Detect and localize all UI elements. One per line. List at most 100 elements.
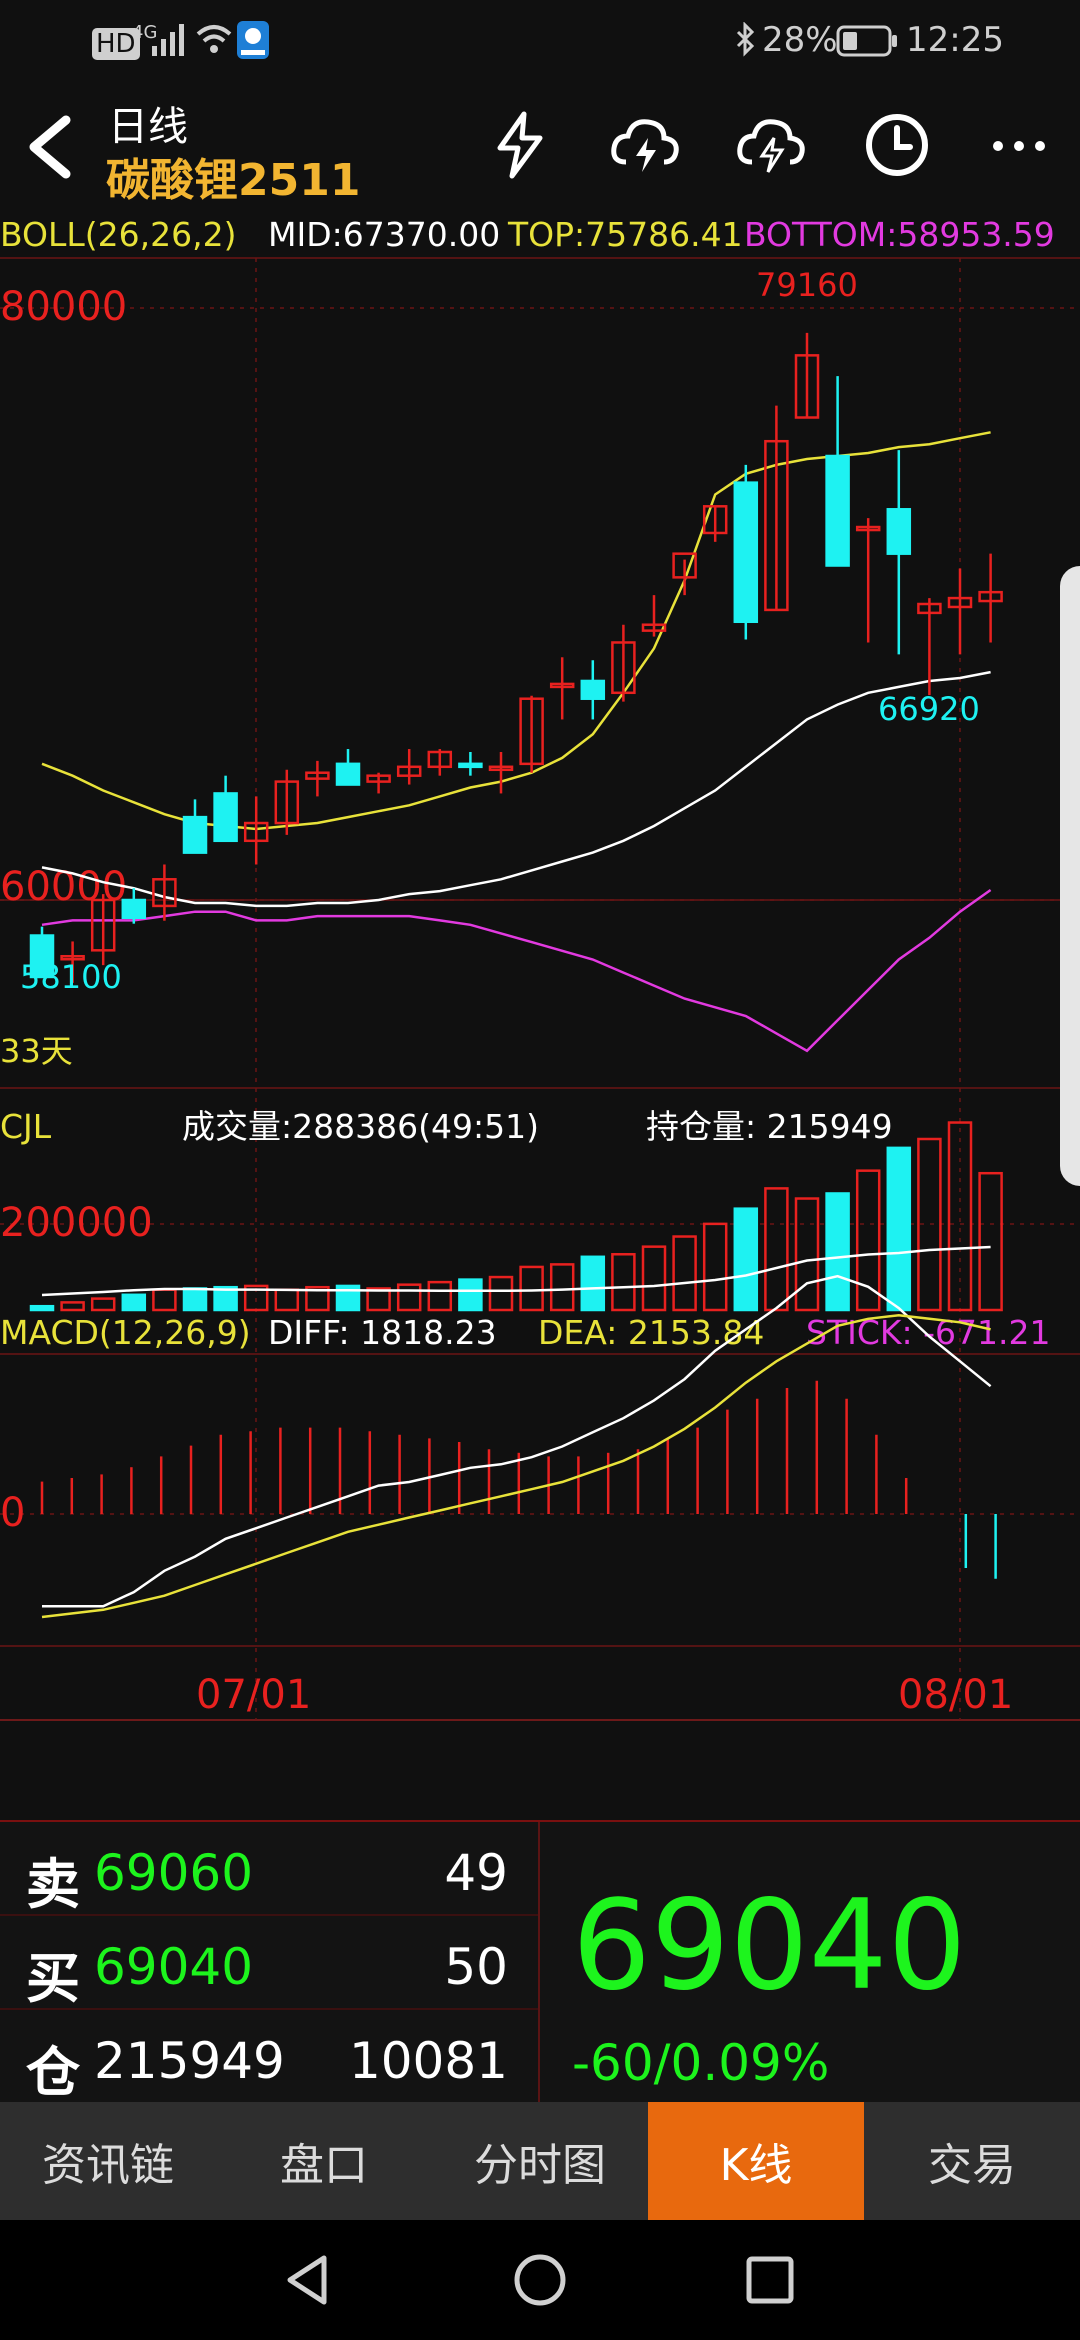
signal-icon xyxy=(152,24,184,56)
volume-bar xyxy=(702,1222,728,1312)
macd-dea-line xyxy=(41,1313,991,1619)
candle xyxy=(519,695,544,773)
buy-volume: 50 xyxy=(444,1938,508,1996)
cjl-open-interest: 持仓量: 215949 xyxy=(646,1107,893,1146)
volume-bar xyxy=(519,1265,544,1312)
candle xyxy=(549,657,575,720)
candle xyxy=(978,553,1003,643)
candle-body xyxy=(335,762,361,786)
boll-top: TOP:75786.41 xyxy=(507,215,743,254)
volume-bar xyxy=(978,1171,1003,1312)
last-price: 69040 xyxy=(572,1874,967,2018)
buy-row[interactable]: 买 69040 50 xyxy=(0,1916,538,2010)
price-level-upper: 80000 xyxy=(0,284,127,330)
candle xyxy=(335,749,361,786)
candle xyxy=(611,624,636,702)
volume-bar xyxy=(90,1297,116,1312)
volume-bar xyxy=(764,1187,789,1312)
volume-bar xyxy=(121,1293,147,1312)
date-label-start: 07/01 xyxy=(196,1672,311,1718)
tab-news-chain[interactable]: 资讯链 xyxy=(0,2102,216,2220)
candle-body xyxy=(886,508,912,555)
low-annotation: 58100 xyxy=(20,958,122,996)
candle xyxy=(641,595,667,637)
clock-icon[interactable] xyxy=(862,110,932,180)
candle xyxy=(427,749,453,776)
header: 日线 碳酸锂2511 xyxy=(0,88,1080,206)
side-drawer-handle[interactable] xyxy=(1060,566,1080,1186)
date-label-end: 08/01 xyxy=(898,1672,1013,1718)
tab-intraday[interactable]: 分时图 xyxy=(432,2102,648,2220)
candle xyxy=(794,332,820,419)
candle xyxy=(886,450,912,655)
candle-body xyxy=(458,762,483,769)
symbol-title: 碳酸锂2511 xyxy=(106,155,361,206)
volume-bar xyxy=(274,1288,300,1312)
buy-label: 买 xyxy=(26,1946,80,2010)
sell-row[interactable]: 卖 69060 49 xyxy=(0,1822,538,1916)
cjl-volume: 成交量:288386(49:51) xyxy=(182,1107,539,1146)
volume-bar xyxy=(488,1275,514,1312)
candle xyxy=(305,760,330,797)
position-row[interactable]: 仓 215949 10081 xyxy=(0,2010,538,2104)
candle xyxy=(182,799,208,854)
volume-bar xyxy=(611,1253,636,1312)
days-label: 33天 xyxy=(0,1032,73,1070)
volume-bar xyxy=(427,1280,453,1312)
battery-icon xyxy=(836,25,897,57)
more-icon[interactable] xyxy=(984,110,1054,180)
volume-bar xyxy=(825,1192,850,1312)
back-arrow-icon[interactable] xyxy=(20,114,80,180)
volume-bar xyxy=(855,1169,881,1312)
cjl-name: CJL xyxy=(0,1107,52,1146)
status-bar: HD 4G 28% 12:25 xyxy=(0,0,1080,88)
tab-trade[interactable]: 交易 xyxy=(864,2102,1080,2220)
volume-bar xyxy=(152,1288,177,1312)
volume-bar xyxy=(396,1283,422,1312)
position-change: 10081 xyxy=(348,2032,508,2090)
volume-level: 200000 xyxy=(0,1200,153,1246)
nav-recents-icon[interactable] xyxy=(734,2244,806,2316)
system-nav-bar xyxy=(0,2220,1080,2340)
nav-home-icon[interactable] xyxy=(504,2244,576,2316)
quote-panel: 卖 69060 49 买 69040 50 仓 215949 10081 690… xyxy=(0,1820,1080,2104)
volume-bar xyxy=(60,1301,85,1312)
candles xyxy=(29,332,1003,983)
candle xyxy=(947,568,973,655)
candle xyxy=(702,505,728,542)
boll-bottom: BOTTOM:58953.59 xyxy=(744,215,1055,254)
candle-body xyxy=(580,679,606,700)
volume-bar xyxy=(672,1235,697,1312)
candle-body xyxy=(182,815,208,854)
macd-zero: 0 xyxy=(0,1490,25,1536)
bottom-tabs: 资讯链 盘口 分时图 K线 交易 xyxy=(0,2102,1080,2220)
price-change: -60/0.09% xyxy=(572,2034,830,2092)
sell-price: 69060 xyxy=(94,1844,254,1902)
boll-band-line xyxy=(41,670,991,908)
tab-kline[interactable]: K线 xyxy=(648,2102,864,2220)
candle-body xyxy=(825,454,850,567)
candle-body xyxy=(213,792,238,843)
lightning-icon[interactable] xyxy=(486,110,556,180)
candle-body xyxy=(733,481,759,624)
nav-back-icon[interactable] xyxy=(272,2244,344,2316)
kline-chart[interactable]: BOLL(26,26,2) MID:67370.00 TOP:75786.41 … xyxy=(0,206,1080,1816)
app-notification-icon xyxy=(237,21,269,59)
candle-body xyxy=(121,898,147,920)
candle xyxy=(213,775,238,843)
candle xyxy=(243,796,269,865)
cloud-lightning-outline-icon[interactable] xyxy=(736,110,806,180)
tab-order-book[interactable]: 盘口 xyxy=(216,2102,432,2220)
candle xyxy=(488,752,514,794)
cloud-lightning-icon[interactable] xyxy=(610,110,680,180)
volume-bar xyxy=(580,1255,606,1312)
candle xyxy=(825,376,850,567)
macd-dea: DEA: 2153.84 xyxy=(538,1313,764,1352)
bluetooth-icon xyxy=(736,22,755,57)
candle xyxy=(580,660,606,720)
position-label: 仓 xyxy=(26,2040,80,2104)
buy-price: 69040 xyxy=(94,1938,254,1996)
volume-bar xyxy=(549,1263,575,1312)
high-annotation: 79160 xyxy=(756,266,858,304)
volume-bar xyxy=(182,1287,208,1312)
